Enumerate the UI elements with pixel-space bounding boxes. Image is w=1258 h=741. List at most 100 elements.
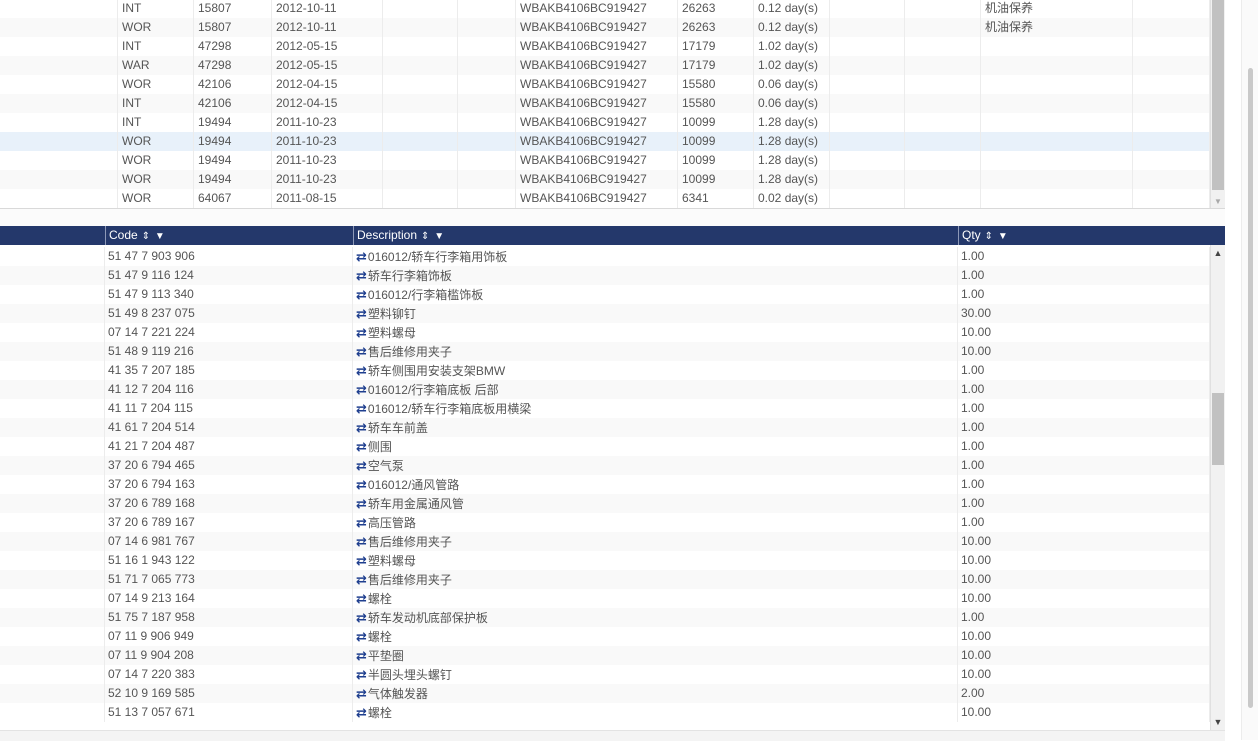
- scroll-up-arrow-icon[interactable]: ▲: [1211, 248, 1225, 258]
- cell-description: ⇄016012/行李箱底板 后部: [353, 380, 958, 399]
- page-scrollbar[interactable]: [1241, 0, 1258, 740]
- table-row[interactable]: INT 47298 2012-05-15 WBAKB4106BC919427 17179…: [0, 37, 1210, 56]
- table-row[interactable]: INT 19494 2011-10-23 WBAKB4106BC919427 10099…: [0, 113, 1210, 132]
- link-arrows-icon[interactable]: ⇄: [356, 686, 367, 701]
- cell-empty: [0, 513, 105, 532]
- link-arrows-icon[interactable]: ⇄: [356, 515, 367, 530]
- cell-code: 37 20 6 789 168: [105, 494, 353, 513]
- table-row[interactable]: 51 49 8 237 075 ⇄塑料铆钉 30.00: [0, 304, 1210, 323]
- link-arrows-icon[interactable]: ⇄: [356, 458, 367, 473]
- cell-description: ⇄平垫圈: [353, 646, 958, 665]
- table-row[interactable]: WOR 42106 2012-04-15 WBAKB4106BC919427 15580…: [0, 75, 1210, 94]
- table-row[interactable]: 51 47 9 116 124 ⇄轿车行李箱饰板 1.00: [0, 266, 1210, 285]
- cell-vin: WBAKB4106BC919427: [516, 0, 678, 18]
- link-arrows-icon[interactable]: ⇄: [356, 553, 367, 568]
- link-arrows-icon[interactable]: ⇄: [356, 667, 367, 682]
- table-row[interactable]: WAR 47298 2012-05-15 WBAKB4106BC919427 17179…: [0, 56, 1210, 75]
- table-row[interactable]: 51 47 9 113 340 ⇄016012/行李箱槛饰板 1.00: [0, 285, 1210, 304]
- cell-empty: [1133, 0, 1210, 18]
- cell-empty: [905, 94, 981, 113]
- link-arrows-icon[interactable]: ⇄: [356, 249, 367, 264]
- table-row[interactable]: 07 14 7 221 224 ⇄塑料螺母 10.00: [0, 323, 1210, 342]
- table-row[interactable]: 37 20 6 794 465 ⇄空气泵 1.00: [0, 456, 1210, 475]
- table-row[interactable]: 41 12 7 204 116 ⇄016012/行李箱底板 后部 1.00: [0, 380, 1210, 399]
- table-row[interactable]: 41 61 7 204 514 ⇄轿车车前盖 1.00: [0, 418, 1210, 437]
- table-row[interactable]: WOR 19494 2011-10-23 WBAKB4106BC919427 10099…: [0, 151, 1210, 170]
- link-arrows-icon[interactable]: ⇄: [356, 382, 367, 397]
- table-row[interactable]: 41 21 7 204 487 ⇄侧围 1.00: [0, 437, 1210, 456]
- table-row[interactable]: 51 16 1 943 122 ⇄塑料螺母 10.00: [0, 551, 1210, 570]
- grid-splitter[interactable]: [0, 208, 1225, 227]
- cell-note: 机油保养: [981, 18, 1133, 37]
- cell-qty: 10.00: [958, 589, 1210, 608]
- link-arrows-icon[interactable]: ⇄: [356, 420, 367, 435]
- table-row[interactable]: 52 10 9 169 585 ⇄气体触发器 2.00: [0, 684, 1210, 703]
- description-text: 螺栓: [367, 592, 392, 606]
- column-header-description[interactable]: Description ⇕ ▼: [353, 226, 958, 245]
- link-arrows-icon[interactable]: ⇄: [356, 705, 367, 720]
- scrollbar-thumb[interactable]: [1212, 0, 1224, 190]
- sort-filter-icon[interactable]: ⇕ ▼: [421, 231, 445, 242]
- link-arrows-icon[interactable]: ⇄: [356, 477, 367, 492]
- scrollbar-thumb[interactable]: [1212, 393, 1224, 465]
- link-arrows-icon[interactable]: ⇄: [356, 344, 367, 359]
- table-row[interactable]: WOR 19494 2011-10-23 WBAKB4106BC919427 10099…: [0, 132, 1210, 151]
- link-arrows-icon[interactable]: ⇄: [356, 439, 367, 454]
- table-row[interactable]: 37 20 6 794 163 ⇄016012/通风管路 1.00: [0, 475, 1210, 494]
- table-row[interactable]: 51 75 7 187 958 ⇄轿车发动机底部保护板 1.00: [0, 608, 1210, 627]
- cell-duration: 1.28 day(s): [754, 170, 830, 189]
- link-arrows-icon[interactable]: ⇄: [356, 591, 367, 606]
- column-header-code[interactable]: Code ⇕ ▼: [105, 226, 353, 245]
- cell-qty: 10.00: [958, 551, 1210, 570]
- table-row[interactable]: 51 47 7 903 906 ⇄016012/轿车行李箱用饰板 1.00: [0, 247, 1210, 266]
- table-row[interactable]: 41 35 7 207 185 ⇄轿车侧围用安装支架BMW 1.00: [0, 361, 1210, 380]
- table-row[interactable]: 07 11 9 906 949 ⇄螺栓 10.00: [0, 627, 1210, 646]
- service-history-scrollbar[interactable]: ▼: [1210, 0, 1225, 208]
- column-header-qty[interactable]: Qty ⇕ ▼: [958, 226, 1210, 245]
- link-arrows-icon[interactable]: ⇄: [356, 610, 367, 625]
- table-row[interactable]: 37 20 6 789 167 ⇄高压管路 1.00: [0, 513, 1210, 532]
- sort-filter-icon[interactable]: ⇕ ▼: [985, 231, 1009, 242]
- sort-filter-icon[interactable]: ⇕ ▼: [142, 231, 166, 242]
- table-row[interactable]: 07 14 6 981 767 ⇄售后维修用夹子 10.00: [0, 532, 1210, 551]
- link-arrows-icon[interactable]: ⇄: [356, 325, 367, 340]
- table-row[interactable]: 07 14 9 213 164 ⇄螺栓 10.00: [0, 589, 1210, 608]
- link-arrows-icon[interactable]: ⇄: [356, 496, 367, 511]
- parts-grid-horizontal-scrollbar[interactable]: [0, 730, 1225, 741]
- table-row[interactable]: 51 13 7 057 671 ⇄螺栓 10.00: [0, 703, 1210, 722]
- link-arrows-icon[interactable]: ⇄: [356, 629, 367, 644]
- link-arrows-icon[interactable]: ⇄: [356, 648, 367, 663]
- link-arrows-icon[interactable]: ⇄: [356, 572, 367, 587]
- table-row[interactable]: 37 20 6 789 168 ⇄轿车用金属通风管 1.00: [0, 494, 1210, 513]
- link-arrows-icon[interactable]: ⇄: [356, 287, 367, 302]
- table-row[interactable]: 07 11 9 904 208 ⇄平垫圈 10.00: [0, 646, 1210, 665]
- cell-vin: WBAKB4106BC919427: [516, 18, 678, 37]
- table-row[interactable]: INT 15807 2012-10-11 WBAKB4106BC919427 26263…: [0, 0, 1210, 18]
- cell-note: [981, 56, 1133, 75]
- table-row[interactable]: 51 48 9 119 216 ⇄售后维修用夹子 10.00: [0, 342, 1210, 361]
- cell-empty: [0, 475, 105, 494]
- cell-code: 07 11 9 906 949: [105, 627, 353, 646]
- cell-empty: [830, 94, 905, 113]
- link-arrows-icon[interactable]: ⇄: [356, 363, 367, 378]
- table-row[interactable]: WOR 15807 2012-10-11 WBAKB4106BC919427 26263…: [0, 18, 1210, 37]
- cell-qty: 1.00: [958, 266, 1210, 285]
- scrollbar-thumb[interactable]: [1248, 68, 1253, 708]
- table-row[interactable]: WOR 64067 2011-08-15 WBAKB4106BC919427 6341 0…: [0, 189, 1210, 208]
- link-arrows-icon[interactable]: ⇄: [356, 268, 367, 283]
- cell-vin: WBAKB4106BC919427: [516, 113, 678, 132]
- parts-grid-scrollbar[interactable]: ▲ ▼: [1210, 245, 1225, 730]
- link-arrows-icon[interactable]: ⇄: [356, 534, 367, 549]
- table-row[interactable]: WOR 19494 2011-10-23 WBAKB4106BC919427 10099…: [0, 170, 1210, 189]
- table-row[interactable]: 41 11 7 204 115 ⇄016012/轿车行李箱底板用横梁 1.00: [0, 399, 1210, 418]
- description-text: 塑料螺母: [367, 554, 416, 568]
- scroll-down-arrow-icon[interactable]: ▼: [1211, 197, 1225, 206]
- table-row[interactable]: 51 71 7 065 773 ⇄售后维修用夹子 10.00: [0, 570, 1210, 589]
- table-row[interactable]: INT 42106 2012-04-15 WBAKB4106BC919427 15580…: [0, 94, 1210, 113]
- link-arrows-icon[interactable]: ⇄: [356, 401, 367, 416]
- cell-empty: [0, 646, 105, 665]
- table-row[interactable]: 07 14 7 220 383 ⇄半圆头埋头螺钉 10.00: [0, 665, 1210, 684]
- scroll-down-arrow-icon[interactable]: ▼: [1211, 717, 1225, 727]
- cell-note: 机油保养: [981, 0, 1133, 18]
- link-arrows-icon[interactable]: ⇄: [356, 306, 367, 321]
